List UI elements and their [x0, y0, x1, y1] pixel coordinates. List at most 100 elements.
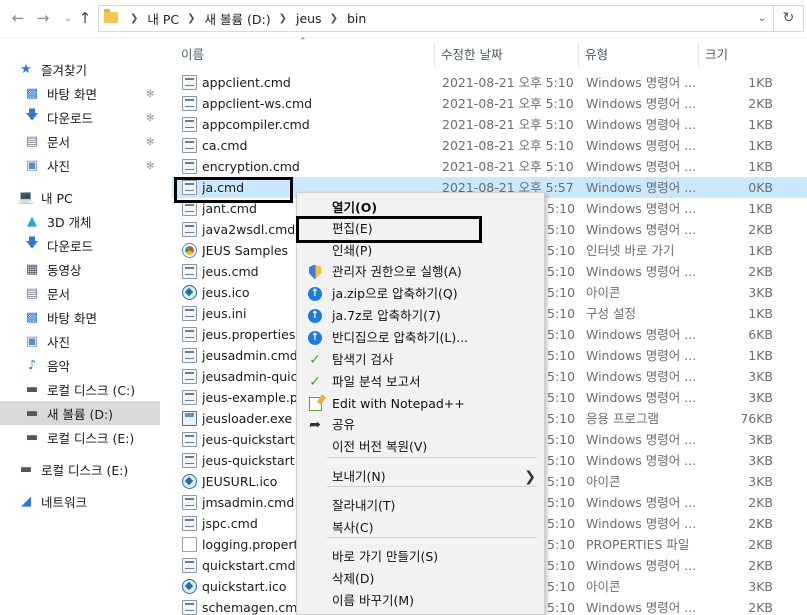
sidebar-item-quick-access[interactable]: ★ 즐겨찾기 — [18, 57, 87, 81]
highlight-box-edit-item — [296, 216, 482, 243]
up-arrow-icon[interactable]: ↑ — [77, 9, 93, 27]
ico-file-icon — [182, 474, 197, 489]
file-row[interactable]: encryption.cmd 2021-08-21 오후 5:10 Windows … — [172, 156, 807, 177]
context-menu-item[interactable]: 보내기(N) ❯ — [297, 466, 544, 488]
sidebar-item-drive-e-root[interactable]: ▬ 로컬 디스크 (E:) — [18, 457, 128, 481]
sidebar-item-downloads-pc[interactable]: 🡇 다운로드 — [24, 233, 93, 257]
file-date: 5:10 — [547, 600, 576, 615]
file-date: 2021-08-21 오후 5:10 — [442, 96, 574, 111]
file-row[interactable]: ca.cmd 2021-08-21 오후 5:10 Windows 명령어 ... 1… — [172, 135, 807, 156]
file-name: appclient-ws.cmd — [202, 96, 313, 111]
context-menu-item[interactable]: 잘라내기(T) — [297, 495, 544, 517]
breadcrumb-chevron-icon[interactable]: ❯ — [330, 13, 338, 24]
context-menu-item[interactable]: ✓ 파일 분석 보고서 — [297, 371, 544, 393]
context-menu-item[interactable]: ➦ 공유 — [297, 414, 544, 436]
refresh-icon[interactable]: ↻ — [774, 5, 804, 32]
file-row[interactable]: appcompiler.cmd 2021-08-21 오후 5:10 Windows… — [172, 114, 807, 135]
recent-dropdown-icon[interactable]: ⌄ — [60, 10, 76, 28]
sidebar-item-documents[interactable]: ▤ 문서 — [24, 129, 70, 153]
sidebar-item-music[interactable]: ♪ 음악 — [24, 353, 70, 377]
file-size: 1KB — [748, 75, 773, 90]
sidebar-item-label: 음악 — [47, 358, 71, 374]
file-row[interactable]: appclient-ws.cmd 2021-08-21 오후 5:10 Window… — [172, 93, 807, 114]
file-type: Windows 명령어 ... — [586, 264, 697, 279]
documents-icon: ▤ — [25, 285, 39, 301]
sidebar-item-pictures[interactable]: ▣ 사진 — [24, 153, 70, 177]
address-dropdown-icon[interactable]: ⌄ — [751, 6, 773, 31]
file-row[interactable]: appclient.cmd 2021-08-21 오후 5:10 Windows 명… — [172, 72, 807, 93]
file-type: 아이콘 — [586, 285, 621, 300]
sidebar-item-desktop[interactable]: ▩ 바탕 화면 — [24, 81, 97, 105]
breadcrumb-chevron-icon[interactable]: ❯ — [130, 13, 138, 24]
cmd-file-icon — [182, 432, 197, 447]
desktop-icon: ▩ — [25, 309, 39, 325]
file-size: 3KB — [748, 390, 773, 405]
context-menu-item-label: 파일 분석 보고서 — [332, 374, 421, 389]
context-menu-item-label: 이름 바꾸기(M) — [332, 593, 415, 608]
exe-file-icon — [182, 411, 197, 426]
context-menu-item[interactable]: 관리자 권한으로 실행(A) — [297, 261, 544, 283]
sidebar-item-drive-c[interactable]: ▬ 로컬 디스크 (C:) — [24, 377, 135, 401]
column-header-date[interactable]: 수정한 날짜 — [434, 38, 578, 68]
file-size: 2KB — [748, 600, 773, 615]
pictures-icon: ▣ — [25, 157, 39, 173]
context-menu-item[interactable]: 바로 가기 만들기(S) — [297, 546, 544, 568]
pin-icon[interactable]: ✻ — [146, 113, 156, 125]
v3-scan-icon: ✓ — [309, 352, 321, 368]
cmd-file-icon — [182, 495, 197, 510]
file-date: 5:10 — [547, 411, 576, 426]
breadcrumb-chevron-icon[interactable]: ❯ — [279, 13, 287, 24]
pin-icon[interactable]: ✻ — [146, 89, 156, 101]
file-type: Windows 명령어 ... — [586, 222, 697, 237]
file-name: ca.cmd — [202, 138, 248, 153]
context-menu-item[interactable]: Edit with Notepad++ — [297, 393, 544, 415]
context-menu-item-label: 탐색기 검사 — [332, 352, 394, 367]
sidebar-item-this-pc[interactable]: 💻 내 PC — [18, 185, 73, 209]
column-header-name[interactable]: 이름 — [174, 38, 434, 68]
context-menu-item-label: 공유 — [332, 417, 356, 432]
sidebar-item-videos[interactable]: ▦ 동영상 — [24, 257, 82, 281]
file-date: 5:10 — [547, 453, 576, 468]
breadcrumb-chevron-icon[interactable]: ❯ — [187, 13, 195, 24]
sidebar-item-desktop-pc[interactable]: ▩ 바탕 화면 — [24, 305, 97, 329]
breadcrumb-item[interactable]: jeus — [296, 11, 322, 26]
file-size: 1KB — [748, 138, 773, 153]
column-header-type[interactable]: 유형 — [578, 38, 698, 68]
cmd-file-icon — [182, 369, 197, 384]
pin-icon[interactable]: ✻ — [146, 137, 156, 149]
sidebar-item-downloads[interactable]: 🡇 다운로드 — [24, 105, 93, 129]
address-bar[interactable]: ❯ 내 PC ❯ 새 볼륨 (D:) ❯ jeus ❯ bin ⌄ — [98, 5, 774, 32]
column-header-size[interactable]: 크기 — [698, 38, 798, 68]
sidebar-item-network[interactable]: ◢ 네트워크 — [18, 489, 87, 513]
sidebar-item-drive-d[interactable]: ▬ 새 볼륨 (D:) — [0, 401, 160, 425]
3d-objects-icon: ▲ — [27, 213, 37, 229]
uac-shield-icon — [307, 264, 323, 280]
back-arrow-icon[interactable]: ← — [10, 9, 26, 27]
breadcrumb-item[interactable]: 내 PC — [147, 9, 179, 28]
file-size: 1KB — [748, 117, 773, 132]
file-size: 2KB — [748, 222, 773, 237]
context-menu-item[interactable]: 이름 바꾸기(M) — [297, 590, 544, 612]
breadcrumb-item[interactable]: 새 볼륨 (D:) — [205, 9, 271, 28]
chevron-right-icon: ❯ — [524, 469, 536, 485]
forward-arrow-icon[interactable]: → — [35, 9, 51, 27]
context-menu-item[interactable]: 이전 버전 복원(V) — [297, 436, 544, 458]
sidebar-item-drive-e[interactable]: ▬ 로컬 디스크 (E:) — [24, 425, 134, 449]
context-menu-item[interactable]: 인쇄(P) — [297, 240, 544, 262]
sidebar-item-3d-objects[interactable]: ▲ 3D 개체 — [24, 209, 92, 233]
context-menu-item[interactable]: ↑ ja.7z로 압축하기(7) — [297, 305, 544, 327]
sidebar-item-documents-pc[interactable]: ▤ 문서 — [24, 281, 70, 305]
cmd-file-icon — [182, 453, 197, 468]
context-menu-item[interactable]: ↑ ja.zip으로 압축하기(Q) — [297, 283, 544, 305]
context-menu-item[interactable]: 삭제(D) — [297, 568, 544, 590]
context-menu-item-label: 관리자 권한으로 실행(A) — [332, 264, 462, 279]
context-menu-item[interactable]: 복사(C) — [297, 517, 544, 539]
sidebar-item-label: 로컬 디스크 (C:) — [47, 382, 136, 398]
star-icon: ★ — [20, 61, 32, 77]
context-menu-item[interactable]: ↑ 반디집으로 압축하기(L)... — [297, 327, 544, 349]
sidebar-item-pictures-pc[interactable]: ▣ 사진 — [24, 329, 70, 353]
breadcrumb-item[interactable]: bin — [347, 11, 366, 26]
file-type: Windows 명령어 ... — [586, 558, 697, 573]
context-menu-item[interactable]: ✓ 탐색기 검사 — [297, 349, 544, 371]
pin-icon[interactable]: ✻ — [146, 161, 156, 173]
